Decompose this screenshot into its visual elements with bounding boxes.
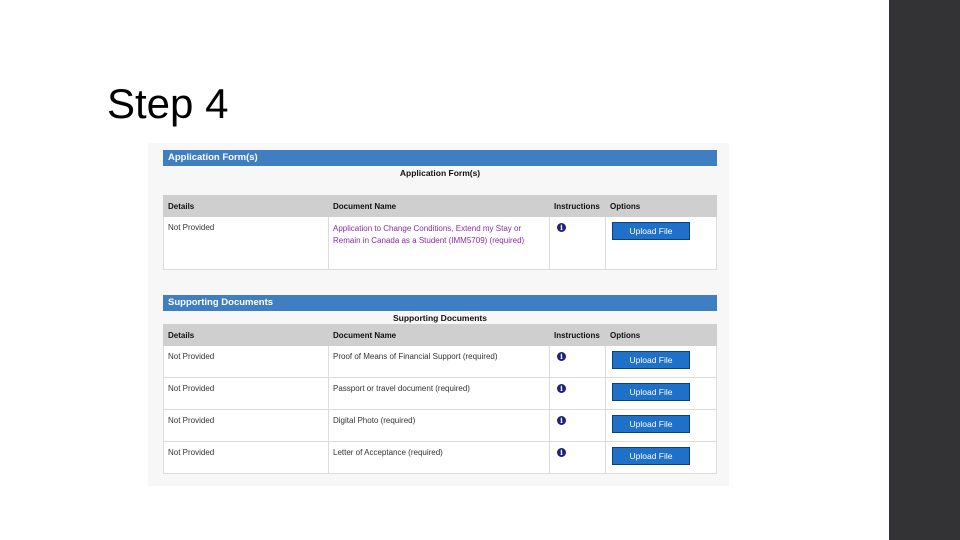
- column-header-details: Details: [163, 324, 329, 346]
- supporting-documents-table: Details Document Name Instructions Optio…: [163, 324, 717, 474]
- upload-file-button[interactable]: Upload File: [612, 222, 690, 240]
- table-header-row: Details Document Name Instructions Optio…: [163, 324, 717, 346]
- instructions-cell: i: [549, 409, 606, 442]
- options-cell: Upload File: [605, 345, 717, 378]
- column-header-instructions: Instructions: [549, 195, 606, 217]
- column-header-details: Details: [163, 195, 329, 217]
- document-name-cell: Passport or travel document (required): [328, 377, 550, 410]
- info-icon[interactable]: i: [557, 448, 566, 457]
- options-cell: Upload File: [605, 409, 717, 442]
- slide-title: Step 4: [107, 80, 229, 127]
- table-row: Not Provided Letter of Acceptance (requi…: [163, 441, 717, 474]
- instructions-cell: i: [549, 377, 606, 410]
- details-cell: Not Provided: [163, 377, 329, 410]
- side-bar: [889, 0, 960, 540]
- document-link[interactable]: Application to Change Conditions, Extend…: [333, 223, 545, 247]
- upload-file-button[interactable]: Upload File: [612, 447, 690, 465]
- table-row: Not Provided Proof of Means of Financial…: [163, 345, 717, 378]
- options-cell: Upload File: [605, 441, 717, 474]
- info-icon[interactable]: i: [557, 223, 566, 232]
- document-name-cell: Digital Photo (required): [328, 409, 550, 442]
- upload-file-button[interactable]: Upload File: [612, 383, 690, 401]
- info-icon[interactable]: i: [557, 352, 566, 361]
- table-row: Not Provided Digital Photo (required) i …: [163, 409, 717, 442]
- details-cell: Not Provided: [163, 409, 329, 442]
- document-name-cell: Proof of Means of Financial Support (req…: [328, 345, 550, 378]
- upload-file-button[interactable]: Upload File: [612, 351, 690, 369]
- supporting-documents-header: Supporting Documents: [163, 295, 717, 311]
- supporting-documents-caption: Supporting Documents: [393, 313, 487, 323]
- table-header-row: Details Document Name Instructions Optio…: [163, 195, 717, 217]
- info-icon[interactable]: i: [557, 384, 566, 393]
- application-forms-caption: Application Form(s): [399, 168, 481, 178]
- application-forms-header: Application Form(s): [163, 150, 717, 166]
- column-header-options: Options: [605, 195, 717, 217]
- document-name-cell: Application to Change Conditions, Extend…: [328, 216, 550, 270]
- info-icon[interactable]: i: [557, 416, 566, 425]
- table-row: Not Provided Application to Change Condi…: [163, 216, 717, 270]
- column-header-options: Options: [605, 324, 717, 346]
- column-header-document-name: Document Name: [328, 195, 550, 217]
- options-cell: Upload File: [605, 377, 717, 410]
- table-row: Not Provided Passport or travel document…: [163, 377, 717, 410]
- upload-file-button[interactable]: Upload File: [612, 415, 690, 433]
- instructions-cell: i: [549, 216, 606, 270]
- document-name-cell: Letter of Acceptance (required): [328, 441, 550, 474]
- column-header-document-name: Document Name: [328, 324, 550, 346]
- application-forms-table: Details Document Name Instructions Optio…: [163, 195, 717, 270]
- options-cell: Upload File: [605, 216, 717, 270]
- instructions-cell: i: [549, 345, 606, 378]
- details-cell: Not Provided: [163, 345, 329, 378]
- document-line-1: Application to Change Conditions, Extend…: [333, 224, 522, 233]
- column-header-instructions: Instructions: [549, 324, 606, 346]
- details-cell: Not Provided: [163, 216, 329, 270]
- details-cell: Not Provided: [163, 441, 329, 474]
- instructions-cell: i: [549, 441, 606, 474]
- document-line-2: Remain in Canada as a Student (IMM5709) …: [333, 236, 525, 245]
